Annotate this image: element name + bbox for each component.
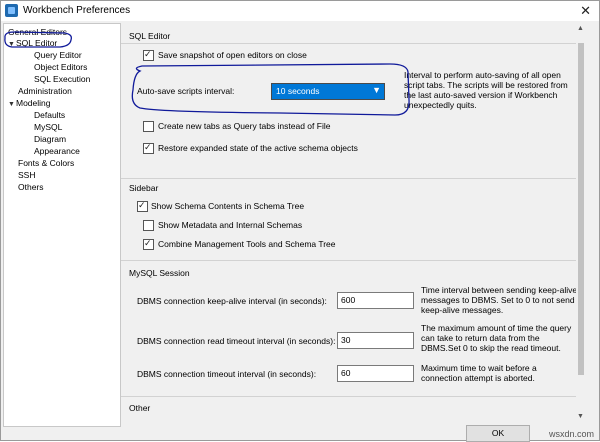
watermark: wsxdn.com bbox=[548, 429, 594, 439]
annotation-overlay bbox=[4, 31, 410, 116]
sidebar-highlight-circle bbox=[4, 31, 72, 48]
autosave-highlight-circle bbox=[131, 63, 410, 116]
